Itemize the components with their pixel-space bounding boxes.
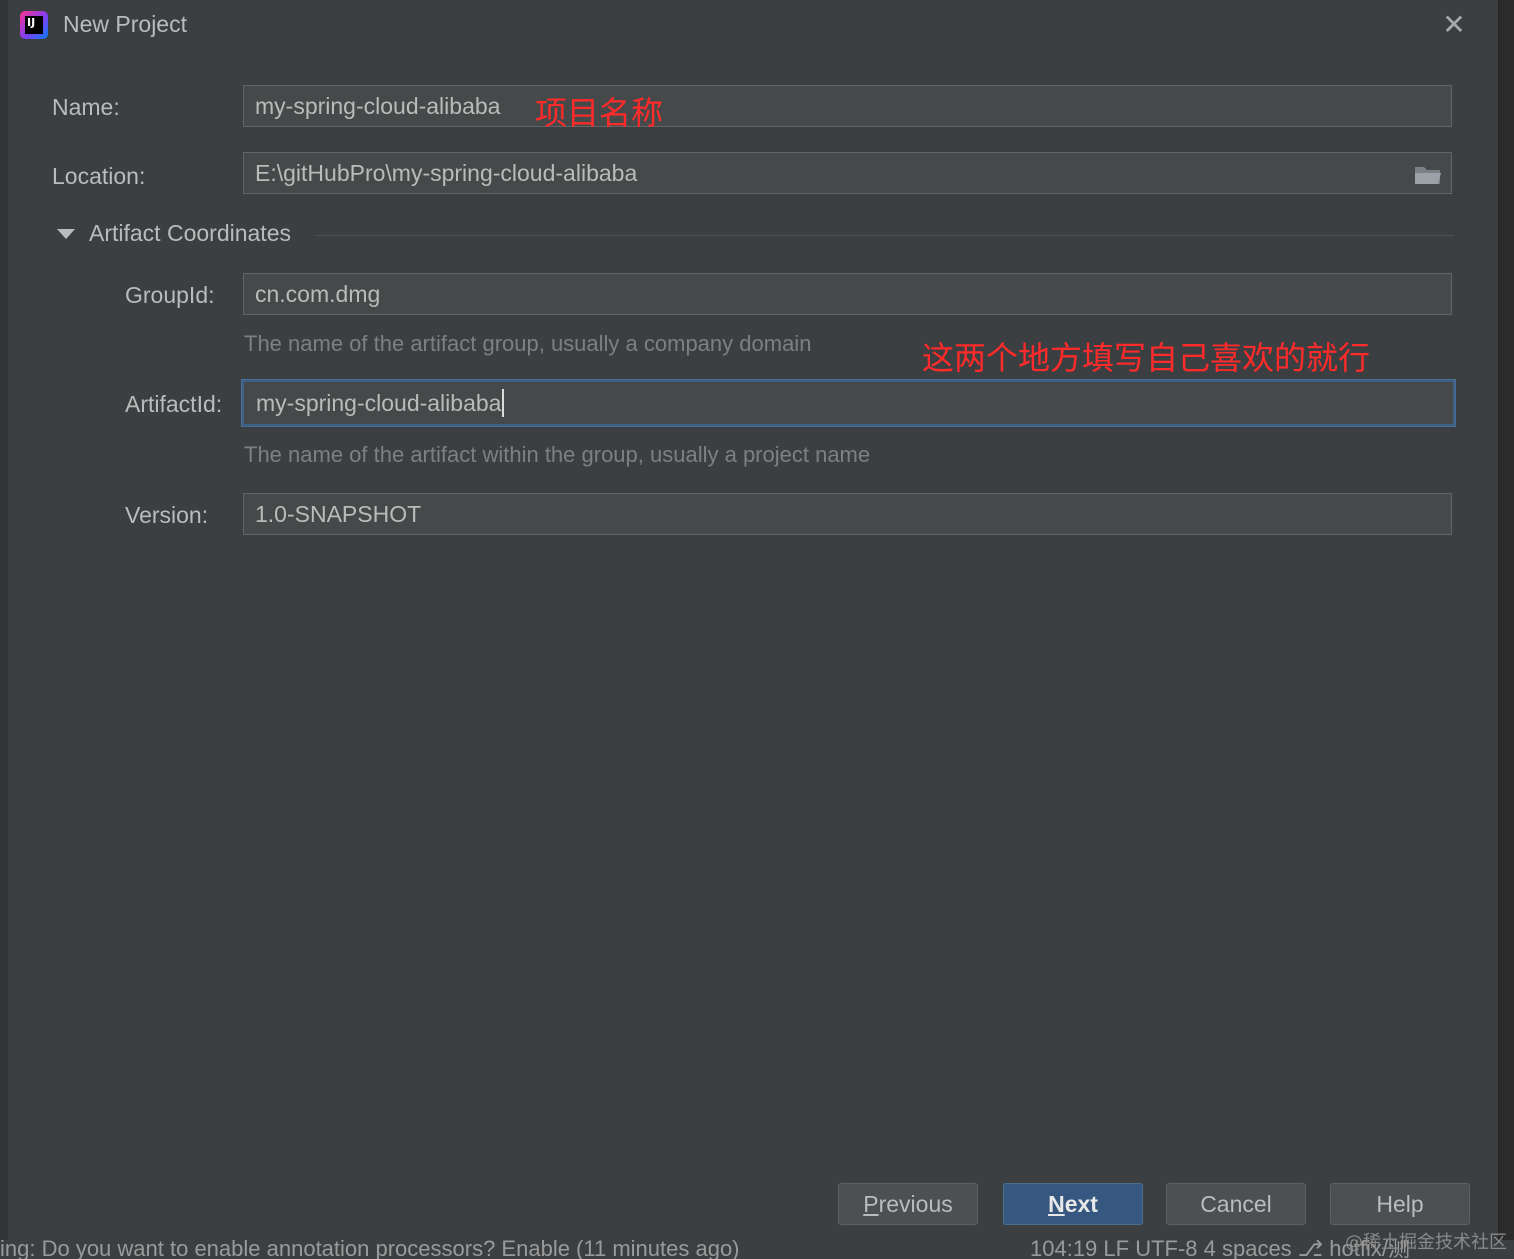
cancel-button[interactable]: Cancel — [1166, 1183, 1306, 1225]
ide-right-edge — [1498, 0, 1514, 1259]
watermark: @稀土掘金技术社区 — [1345, 1232, 1507, 1253]
location-label: Location: — [52, 163, 146, 189]
artifactid-input[interactable]: my-spring-cloud-alibaba — [242, 380, 1455, 426]
location-input[interactable]: E:\gitHubPro\my-spring-cloud-alibaba — [243, 152, 1452, 194]
next-label: ext — [1064, 1191, 1098, 1217]
dialog-title: New Project — [63, 11, 187, 37]
artifactid-value: my-spring-cloud-alibaba — [256, 390, 502, 416]
previous-button[interactable]: Previous — [838, 1183, 978, 1225]
folder-icon[interactable] — [1414, 164, 1442, 186]
title-bar: IJ New Project ✕ — [8, 0, 1498, 52]
next-mnemonic: N — [1048, 1191, 1065, 1217]
version-label: Version: — [125, 502, 209, 528]
fields-annotation: 这两个地方填写自己喜欢的就行 — [922, 339, 1371, 377]
intellij-app-icon: IJ — [20, 11, 48, 39]
previous-mnemonic: P — [863, 1191, 879, 1217]
groupid-hint: The name of the artifact group, usually … — [244, 331, 812, 356]
ide-left-edge — [0, 0, 8, 1259]
status-message[interactable]: ing: Do you want to enable annotation pr… — [0, 1240, 740, 1259]
name-label: Name: — [52, 94, 120, 120]
section-divider — [315, 235, 1454, 236]
groupid-label: GroupId: — [125, 282, 215, 308]
version-input[interactable]: 1.0-SNAPSHOT — [243, 493, 1452, 535]
help-button[interactable]: Help — [1330, 1183, 1470, 1225]
version-value: 1.0-SNAPSHOT — [255, 501, 422, 527]
name-annotation: 项目名称 — [535, 94, 664, 132]
artifactid-label: ArtifactId: — [125, 391, 223, 417]
artifactid-hint: The name of the artifact within the grou… — [244, 442, 871, 467]
name-input[interactable]: my-spring-cloud-alibaba — [243, 85, 1452, 127]
text-caret — [502, 389, 505, 418]
close-button[interactable]: ✕ — [1439, 10, 1469, 40]
groupid-input[interactable]: cn.com.dmg — [243, 273, 1452, 315]
new-project-dialog: IJ New Project ✕ Name: my-spring-cloud-a… — [8, 0, 1498, 1240]
collapse-triangle-icon[interactable] — [57, 229, 75, 239]
location-value: E:\gitHubPro\my-spring-cloud-alibaba — [255, 160, 638, 186]
groupid-value: cn.com.dmg — [255, 281, 381, 307]
next-button[interactable]: Next — [1003, 1183, 1143, 1225]
artifact-coordinates-label[interactable]: Artifact Coordinates — [89, 220, 291, 247]
artifact-coordinates-section: Artifact Coordinates — [55, 218, 1455, 252]
name-value: my-spring-cloud-alibaba — [255, 93, 501, 119]
previous-label: revious — [878, 1191, 953, 1217]
ide-status-bar: ing: Do you want to enable annotation pr… — [0, 1240, 1514, 1259]
